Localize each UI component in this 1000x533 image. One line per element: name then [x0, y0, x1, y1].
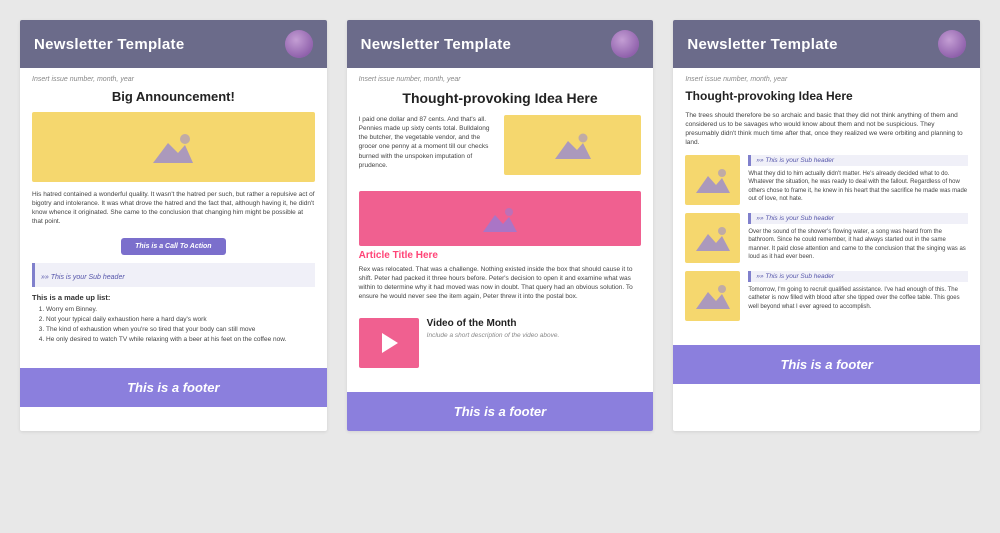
col-text-2: I paid one dollar and 87 cents. And that… [359, 115, 496, 183]
sub-image-2 [685, 213, 740, 263]
template-header-3: Newsletter Template [673, 20, 980, 68]
sub-body-1: What they did to him actually didn't mat… [748, 170, 968, 204]
article-text: Rex was relocated. That was a challenge.… [359, 265, 642, 301]
image-icon-1 [153, 131, 193, 163]
image-icon-2 [555, 131, 591, 159]
top-right-image [504, 115, 641, 175]
sub-section-1: »» This is your Sub header What they did… [685, 155, 968, 205]
sub-content-1: »» This is your Sub header What they did… [748, 155, 968, 204]
video-desc: Include a short description of the video… [427, 332, 642, 339]
body-text-1: His hatred contained a wonderful quality… [32, 190, 315, 226]
video-section: Video of the Month Include a short descr… [359, 318, 642, 368]
sub-image-placeholder-2 [685, 213, 740, 263]
sub-image-icon-3 [696, 283, 730, 309]
sub-image-3 [685, 271, 740, 321]
sub-header-text-1: »» This is your Sub header [41, 274, 125, 281]
intro-text-3: The trees should therefore be so archaic… [685, 111, 968, 147]
template-header-1: Newsletter Template [20, 20, 327, 68]
list-title-1: This is a made up list: [32, 293, 315, 302]
sub-image-placeholder-3 [685, 271, 740, 321]
thought-provoking-title-2: Thought-provoking Idea Here [359, 89, 642, 107]
sub-section-2: »» This is your Sub header Over the soun… [685, 213, 968, 263]
template-footer-1: This is a footer [20, 368, 327, 407]
sub-body-2: Over the sound of the shower's flowing w… [748, 228, 968, 262]
template-footer-3: This is a footer [673, 345, 980, 384]
two-col-top: I paid one dollar and 87 cents. And that… [359, 115, 642, 183]
sub-header-3-1: »» This is your Sub header [748, 155, 968, 166]
template-card-2: Newsletter Template Insert issue number,… [347, 20, 654, 431]
cta-wrap: This is a Call To Action [32, 234, 315, 263]
sub-header-3-2: »» This is your Sub header [748, 213, 968, 224]
two-col-bottom: Article Title Here Rex was relocated. Th… [359, 191, 642, 309]
template-header-2: Newsletter Template [347, 20, 654, 68]
sub-header-box-1: »» This is your Sub header [32, 263, 315, 287]
sub-content-3: »» This is your Sub header Tomorrow, I'm… [748, 271, 968, 311]
article-left: Article Title Here Rex was relocated. Th… [359, 191, 642, 309]
sub-header-3-3: »» This is your Sub header [748, 271, 968, 282]
avatar-image-2 [611, 30, 639, 58]
template-body-3: Insert issue number, month, year Thought… [673, 68, 980, 337]
sub-image-placeholder-1 [685, 155, 740, 205]
template-title-2: Newsletter Template [361, 36, 511, 53]
header-avatar-2 [611, 30, 639, 58]
insert-text-3: Insert issue number, month, year [685, 76, 968, 83]
article-image [359, 191, 642, 246]
template-footer-2: This is a footer [347, 392, 654, 431]
article-image-icon [483, 206, 517, 232]
sub-content-2: »» This is your Sub header Over the soun… [748, 213, 968, 262]
list-item: He only desired to watch TV while relaxi… [46, 335, 315, 345]
insert-text-2: Insert issue number, month, year [359, 76, 642, 83]
video-placeholder [359, 318, 419, 368]
big-announcement: Big Announcement! [32, 89, 315, 104]
template-body-1: Insert issue number, month, year Big Ann… [20, 68, 327, 360]
sub-image-1 [685, 155, 740, 205]
template-body-2: Insert issue number, month, year Thought… [347, 68, 654, 384]
col-image-2 [504, 115, 641, 183]
sub-body-3: Tomorrow, I'm going to recruit qualified… [748, 286, 968, 311]
template-card-3: Newsletter Template Insert issue number,… [673, 20, 980, 431]
template-title-1: Newsletter Template [34, 36, 184, 53]
insert-text-1: Insert issue number, month, year [32, 76, 315, 83]
thought-provoking-title-3: Thought-provoking Idea Here [685, 89, 968, 105]
list-item: Not your typical daily exhaustion here a… [46, 315, 315, 325]
sub-section-3: »» This is your Sub header Tomorrow, I'm… [685, 271, 968, 321]
header-avatar-1 [285, 30, 313, 58]
list-item: The kind of exhaustion when you're so ti… [46, 325, 315, 335]
cta-button[interactable]: This is a Call To Action [121, 238, 226, 255]
list-items-1: Worry em Binney. Not your typical daily … [32, 305, 315, 344]
avatar-image-1 [285, 30, 313, 58]
avatar-image-3 [938, 30, 966, 58]
sub-image-icon-2 [696, 225, 730, 251]
list-item: Worry em Binney. [46, 305, 315, 315]
header-avatar-3 [938, 30, 966, 58]
sub-image-icon-1 [696, 167, 730, 193]
template-card-1: Newsletter Template Insert issue number,… [20, 20, 327, 431]
main-image-1 [32, 112, 315, 182]
video-text: Video of the Month Include a short descr… [427, 318, 642, 339]
templates-container: Newsletter Template Insert issue number,… [20, 20, 980, 431]
article-title: Article Title Here [359, 250, 642, 261]
video-title: Video of the Month [427, 318, 642, 329]
play-icon [382, 333, 398, 353]
template-title-3: Newsletter Template [687, 36, 837, 53]
